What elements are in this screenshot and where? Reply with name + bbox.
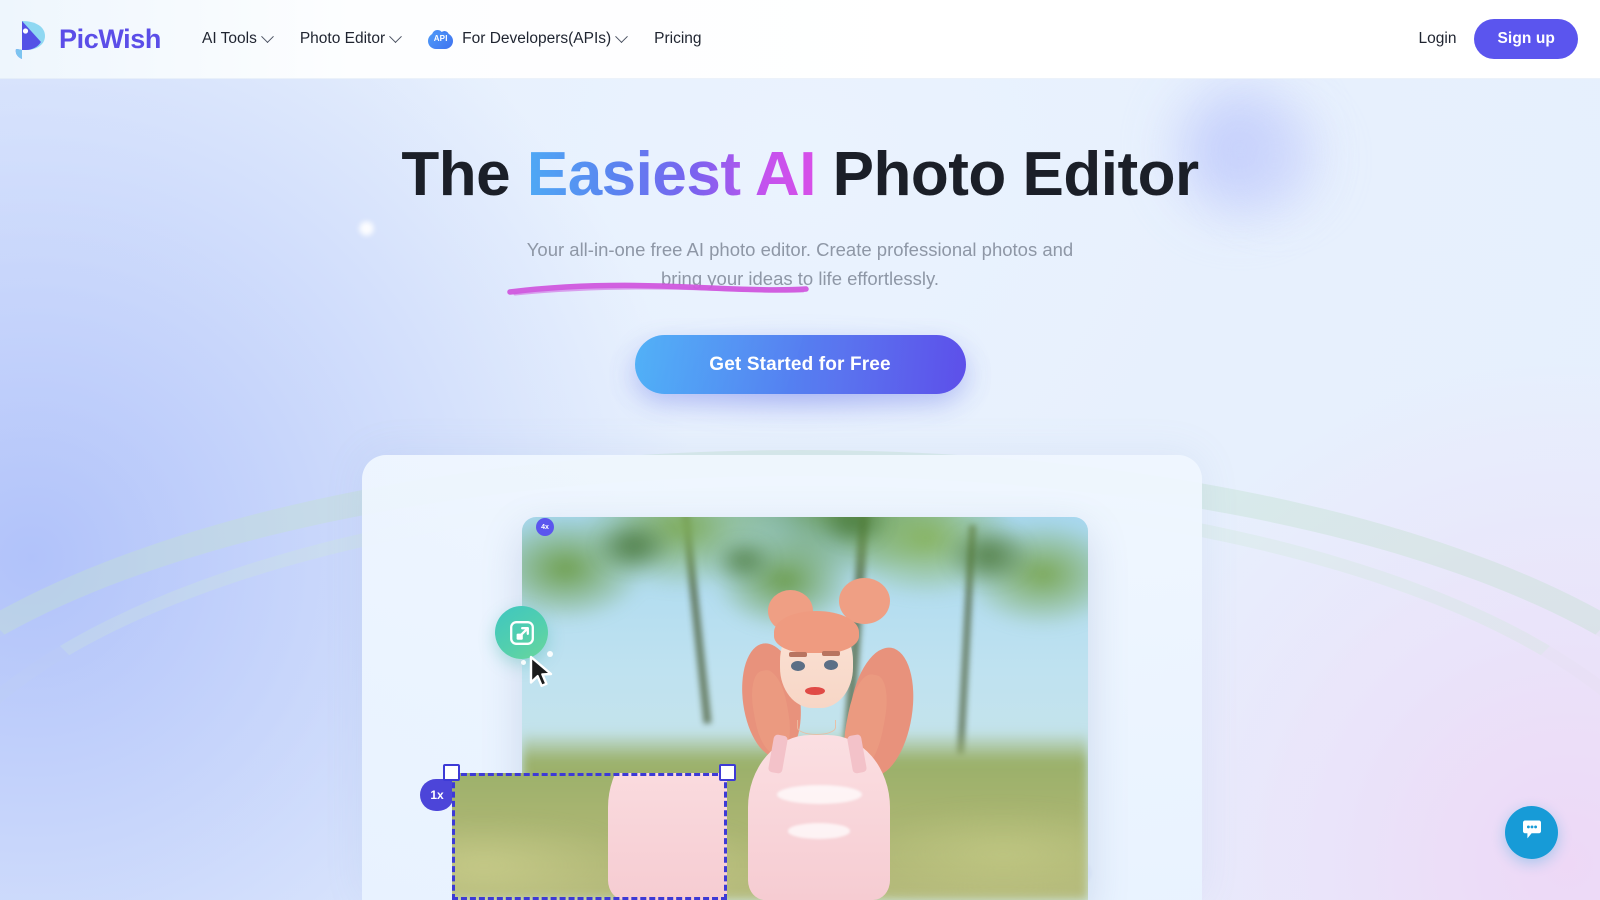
signup-button[interactable]: Sign up xyxy=(1474,19,1578,59)
hero-subtitle-line-2: bring your ideas to life effortlessly. xyxy=(661,268,939,290)
nav-item-photo-editor[interactable]: Photo Editor xyxy=(286,19,414,59)
headline-highlight: Easiest AI xyxy=(526,140,817,209)
scale-badge-selection: 1x xyxy=(420,779,454,811)
nav-item-label: Pricing xyxy=(654,30,702,47)
nav-item-label: For Developers(APIs) xyxy=(462,30,612,47)
scale-badge-main: 4x xyxy=(536,518,554,536)
chat-bubble-icon xyxy=(1519,817,1545,848)
resize-expand-icon[interactable] xyxy=(495,606,548,659)
header-actions: Login Sign up xyxy=(1401,19,1578,59)
resize-expand-glyph xyxy=(508,619,536,647)
decorative-dot xyxy=(358,220,375,237)
chevron-down-icon xyxy=(260,29,274,43)
logo[interactable]: PicWish xyxy=(12,18,161,60)
sparkle-dot-2 xyxy=(521,660,526,665)
selection-handle-top-left[interactable] xyxy=(443,764,460,781)
get-started-button-label: Get Started for Free xyxy=(709,353,891,375)
nav-item-for-developers[interactable]: API For Developers(APIs) xyxy=(414,19,640,59)
nav-item-ai-tools[interactable]: AI Tools xyxy=(188,19,286,59)
headline-part-after: Photo Editor xyxy=(815,140,1199,209)
nav-item-label: AI Tools xyxy=(201,30,257,47)
selection-handle-top-right[interactable] xyxy=(719,764,736,781)
hero-subtitle-line-1: Your all-in-one free AI photo editor. Cr… xyxy=(526,238,1074,260)
selection-cropped-photo xyxy=(452,773,727,900)
selection-box[interactable] xyxy=(443,764,736,900)
hero-section: The Easiest AI Photo Editor Your all-in-… xyxy=(0,79,1600,412)
nav-item-label: Photo Editor xyxy=(299,30,386,47)
site-header: PicWish AI Tools Photo Editor API For De… xyxy=(0,0,1600,79)
chat-support-button[interactable] xyxy=(1505,806,1558,859)
api-badge-label: API xyxy=(433,33,448,43)
nav-item-pricing[interactable]: Pricing xyxy=(640,19,715,59)
main-navigation: AI Tools Photo Editor API For Developers… xyxy=(188,19,716,59)
logo-text: PicWish xyxy=(59,23,161,54)
picwish-bird-logo-icon xyxy=(12,18,50,60)
hero-subtitle: Your all-in-one free AI photo editor. Cr… xyxy=(0,235,1600,293)
headline-part-before: The xyxy=(401,140,527,209)
chevron-down-icon xyxy=(615,29,629,43)
api-cloud-icon: API xyxy=(428,29,454,49)
login-link[interactable]: Login xyxy=(1401,30,1475,48)
chevron-down-icon xyxy=(389,29,403,43)
get-started-button[interactable]: Get Started for Free xyxy=(634,335,966,395)
selection-preview xyxy=(452,773,727,900)
cta-container: Get Started for Free xyxy=(0,335,1600,412)
page-title: The Easiest AI Photo Editor xyxy=(0,140,1600,209)
mouse-pointer-icon xyxy=(528,655,556,691)
